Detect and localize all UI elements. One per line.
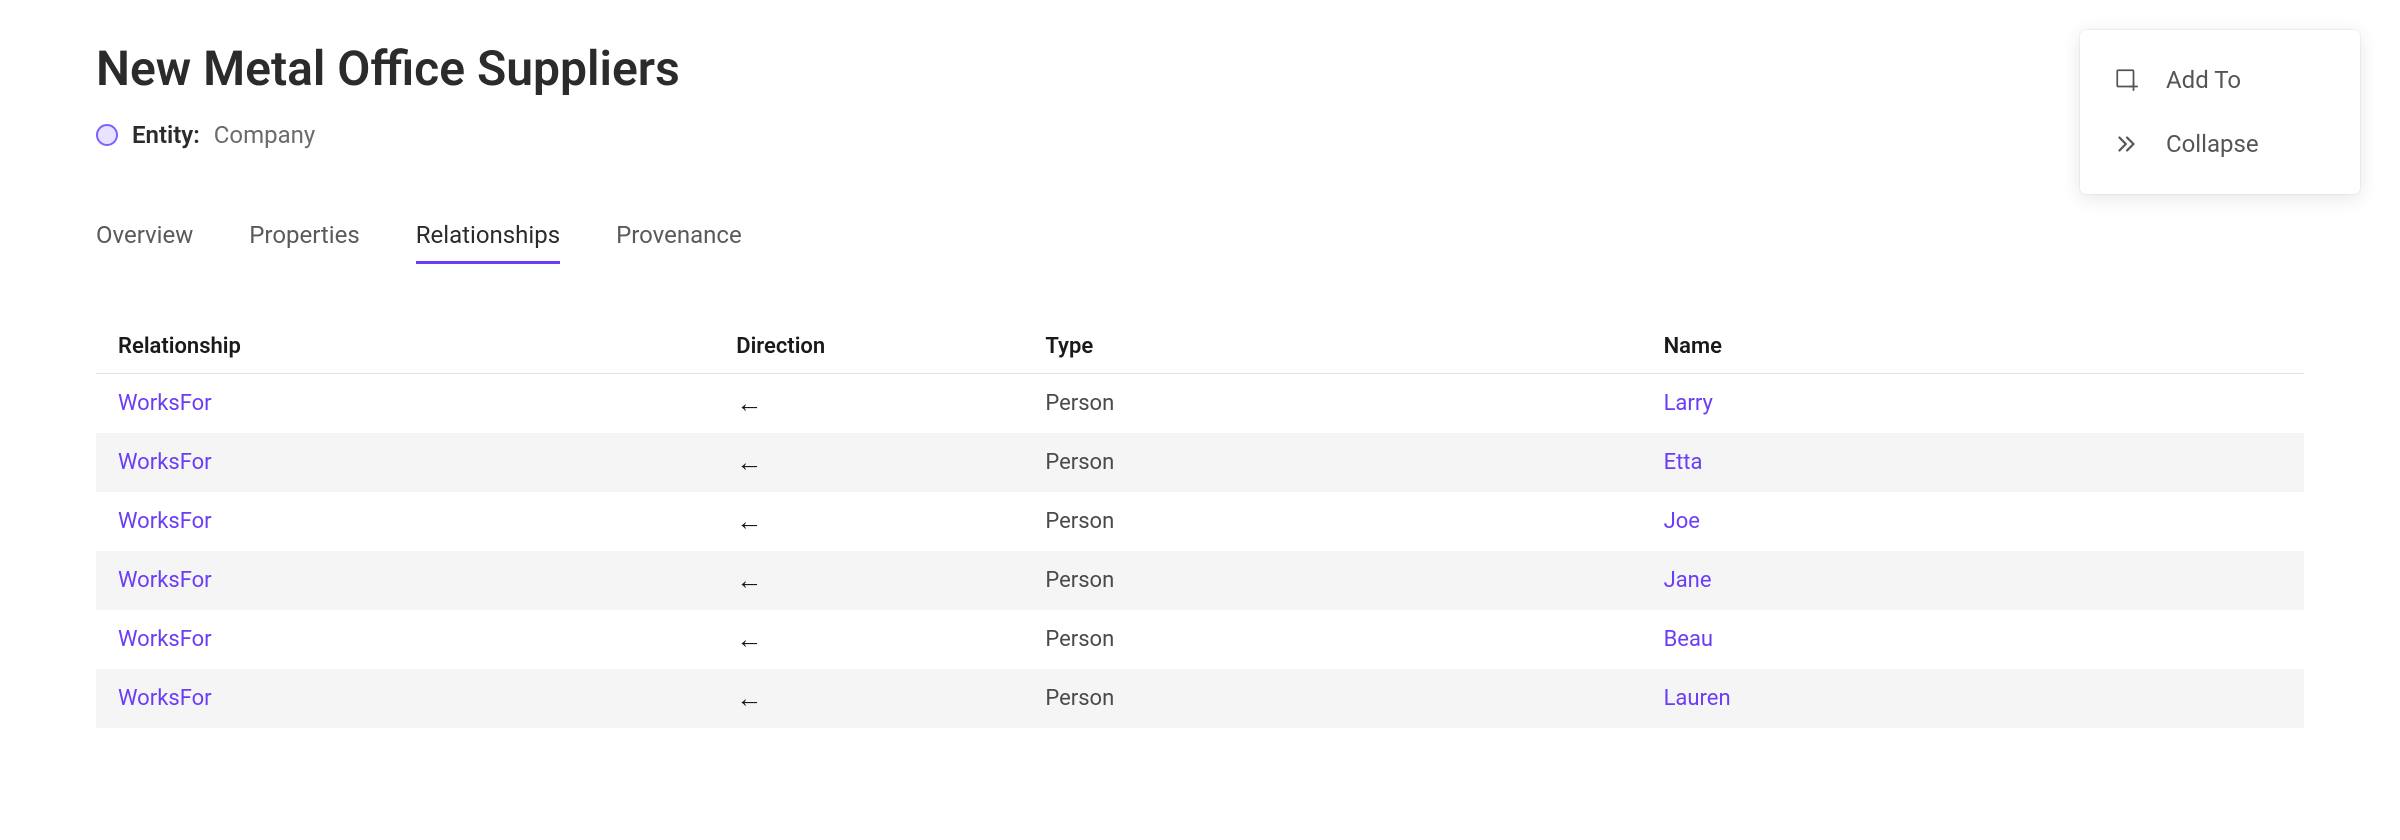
relationship-link[interactable]: WorksFor	[118, 391, 212, 416]
col-header-type[interactable]: Type	[1023, 320, 1641, 374]
action-menu: Add To Collapse	[2080, 30, 2360, 194]
arrow-left-icon: ←	[736, 566, 762, 596]
table-row: WorksFor ← Person Lauren	[96, 669, 2304, 728]
type-cell: Person	[1023, 610, 1641, 669]
relationship-link[interactable]: WorksFor	[118, 627, 212, 652]
relationships-table: Relationship Direction Type Name WorksFo…	[96, 320, 2304, 728]
entity-type: Company	[214, 121, 316, 149]
relationship-link[interactable]: WorksFor	[118, 509, 212, 534]
relationship-link[interactable]: WorksFor	[118, 450, 212, 475]
arrow-left-icon: ←	[736, 684, 762, 714]
name-link[interactable]: Etta	[1664, 450, 1703, 475]
collapse-icon	[2112, 131, 2142, 157]
relationships-table-wrap: Relationship Direction Type Name WorksFo…	[96, 320, 2304, 728]
name-link[interactable]: Beau	[1664, 627, 1713, 652]
col-header-relationship[interactable]: Relationship	[96, 320, 714, 374]
table-header-row: Relationship Direction Type Name	[96, 320, 2304, 374]
name-link[interactable]: Jane	[1664, 568, 1712, 593]
type-cell: Person	[1023, 669, 1641, 728]
table-row: WorksFor ← Person Larry	[96, 374, 2304, 434]
table-row: WorksFor ← Person Beau	[96, 610, 2304, 669]
arrow-left-icon: ←	[736, 625, 762, 655]
arrow-left-icon: ←	[736, 389, 762, 419]
type-cell: Person	[1023, 433, 1641, 492]
relationship-link[interactable]: WorksFor	[118, 568, 212, 593]
entity-label: Entity:	[132, 121, 200, 149]
collapse-button[interactable]: Collapse	[2080, 112, 2360, 176]
tabs: Overview Properties Relationships Provenanc…	[96, 221, 2304, 264]
collapse-label: Collapse	[2166, 130, 2259, 158]
name-link[interactable]: Joe	[1664, 509, 1700, 534]
add-to-button[interactable]: Add To	[2080, 48, 2360, 112]
table-row: WorksFor ← Person Jane	[96, 551, 2304, 610]
entity-meta: Entity: Company	[96, 121, 2304, 149]
type-cell: Person	[1023, 551, 1641, 610]
table-row: WorksFor ← Person Joe	[96, 492, 2304, 551]
arrow-left-icon: ←	[736, 448, 762, 478]
tab-provenance[interactable]: Provenance	[616, 221, 742, 264]
name-link[interactable]: Lauren	[1664, 686, 1731, 711]
col-header-direction[interactable]: Direction	[714, 320, 1023, 374]
name-link[interactable]: Larry	[1664, 391, 1713, 416]
tab-overview[interactable]: Overview	[96, 221, 193, 264]
type-cell: Person	[1023, 492, 1641, 551]
page-title: New Metal Office Suppliers	[96, 40, 2304, 97]
col-header-name[interactable]: Name	[1642, 320, 2304, 374]
tab-properties[interactable]: Properties	[249, 221, 359, 264]
relationship-link[interactable]: WorksFor	[118, 686, 212, 711]
add-to-label: Add To	[2166, 66, 2241, 94]
arrow-left-icon: ←	[736, 507, 762, 537]
add-to-icon	[2112, 67, 2142, 93]
tab-relationships[interactable]: Relationships	[416, 221, 560, 264]
type-cell: Person	[1023, 374, 1641, 434]
table-row: WorksFor ← Person Etta	[96, 433, 2304, 492]
entity-dot-icon	[96, 124, 118, 146]
